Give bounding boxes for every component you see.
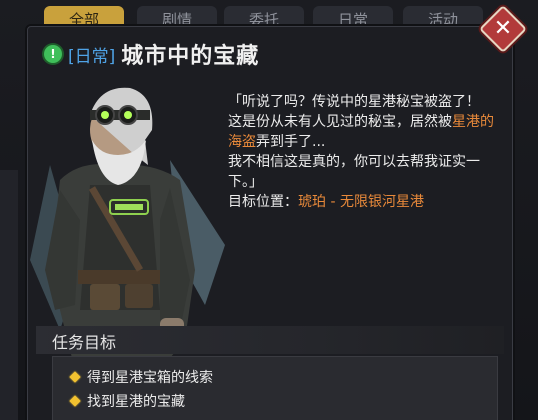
quest-title: 城市中的宝藏: [121, 44, 260, 69]
dialog-line: 我不相信这是真的，你可以去帮我证实一下。」: [228, 154, 480, 190]
background-strip: [0, 170, 18, 420]
npc-pouch-2: [125, 284, 153, 308]
exclamation-icon: !: [44, 45, 62, 63]
quest-type-tag: [日常]: [68, 46, 116, 67]
objectives-title: 任务目标: [52, 333, 117, 352]
target-location: 目标位置：琥珀 - 无限银河星港: [228, 192, 500, 212]
npc-device-light: [115, 204, 143, 210]
location-value: 琥珀 - 无限银河星港: [298, 194, 424, 210]
npc-goggle-lens-right: [124, 111, 132, 119]
list-item: 得到星港宝箱的线索: [69, 367, 213, 387]
dialog-line: 「听说了吗？传说中的星港秘宝被盗了！: [228, 94, 480, 110]
diamond-bullet-icon: [69, 395, 81, 407]
quest-dialog: 「听说了吗？传说中的星港秘宝被盗了！ 这是份从未有人见过的秘宝，居然被星港的海盗…: [228, 92, 500, 212]
close-icon: ✕: [493, 16, 513, 41]
objective-text: 找到星港的宝藏: [87, 394, 185, 410]
diamond-bullet-icon: [69, 371, 81, 383]
dialog-text: 弄到手了...: [256, 134, 326, 150]
location-label: 目标位置：: [228, 194, 298, 210]
npc-pouch: [90, 284, 120, 310]
list-item: 找到星港的宝藏: [69, 391, 185, 411]
dialog-line: 这是份从未有人见过的秘宝，居然被星港的海盗弄到手了...: [228, 112, 500, 152]
objectives-list: 得到星港宝箱的线索 找到星港的宝藏: [52, 356, 498, 420]
dialog-text: 这是份从未有人见过的秘宝，居然被: [228, 114, 452, 130]
quest-screen: 全部 剧情 委托 日常 活动 ! [日常] 城市中的宝藏 ✕ 「听说了吗？传说中…: [0, 0, 538, 420]
npc-portrait: [30, 87, 225, 370]
npc-goggle-lens-left: [101, 111, 109, 119]
objective-text: 得到星港宝箱的线索: [87, 370, 213, 386]
npc-belt: [78, 270, 166, 284]
quest-title-row: ! [日常] 城市中的宝藏: [44, 38, 259, 70]
